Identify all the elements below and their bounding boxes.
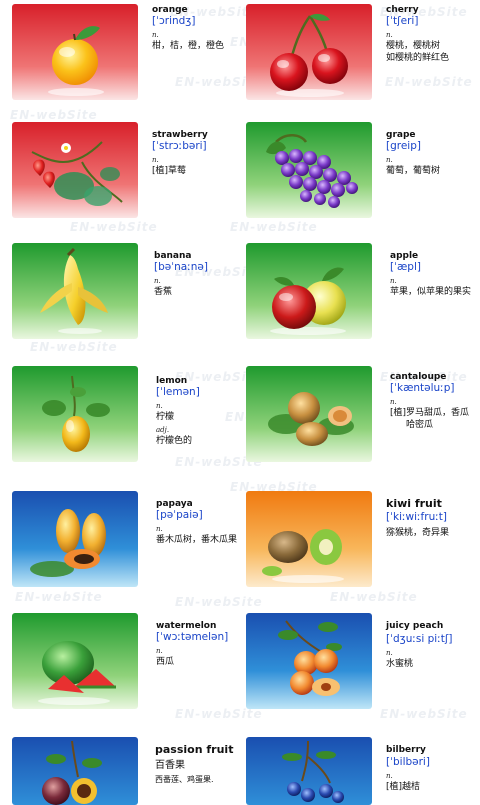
fruit-word: passion fruit [155,743,234,756]
part-of-speech: n. [386,649,393,657]
lemon-illustration [12,366,138,462]
fruit-meaning: 柠檬 [156,412,175,422]
strawberry-card [12,122,138,218]
part-of-speech: n. [156,647,163,655]
cherry-illustration [246,4,372,100]
bilberry-illustration [246,737,372,805]
part-of-speech: n. [386,156,393,164]
part-of-speech: n. [156,402,163,410]
watermark: EN-webSite [385,75,473,89]
strawberry-illustration [12,122,138,218]
fruit-phonetic: [ˈdʒuːsi piːtʃ] [386,633,453,645]
fruit-word: juicy peach [386,621,444,631]
fruit-word: kiwi fruit [386,497,442,510]
cherry-card [246,4,372,100]
fruit-phonetic: [ˈtʃeri] [386,15,419,27]
part-of-speech: n. [386,772,393,780]
banana-card [12,243,138,339]
fruit-phonetic: [greip] [386,140,421,152]
fruit-meaning-extra: 哈密瓜 [406,420,434,430]
fruit-meaning: 水蜜桃 [386,659,414,669]
juicy-peach-card [246,613,372,709]
fruit-meaning: 柑，桔，橙，橙色 [152,41,225,51]
kiwi-card [246,491,372,587]
lemon-card [12,366,138,462]
papaya-illustration [12,491,138,587]
watermelon-card [12,613,138,709]
fruit-phonetic: [ˈstrɔːbəri] [152,140,207,152]
fruit-meaning: 西瓜 [156,657,175,667]
part-of-speech: n. [152,156,159,164]
fruit-meaning: [植]草莓 [152,166,187,176]
passion-fruit-illustration [12,737,138,805]
banana-illustration [12,243,138,339]
part-of-speech: n. [390,398,397,406]
fruit-phonetic: [ˈwɔːtəmelən] [156,631,229,643]
grape-illustration [246,122,372,218]
fruit-meaning: 香蕉 [154,287,173,297]
fruit-meaning: 猕猴桃，奇异果 [386,528,450,538]
fruit-phonetic: [ˈkæntəluːp] [390,382,455,394]
watermark: EN-webSite [380,707,468,721]
bilberry-card [246,737,372,805]
watermark: EN-webSite [230,220,318,234]
kiwi-illustration [246,491,372,587]
fruit-word: lemon [156,376,188,386]
part-of-speech: n. [156,525,163,533]
fruit-phonetic: [ˈɔrindʒ] [152,15,196,27]
passion-fruit-card [12,737,138,805]
orange-illustration [12,4,138,100]
part-of-speech: n. [154,277,161,285]
watermelon-illustration [12,613,138,709]
fruit-phonetic: [ˈæpl] [390,261,421,273]
watermark: EN-webSite [15,590,103,604]
cantaloupe-card [246,366,372,462]
apple-illustration [246,243,372,339]
fruit-meaning-extra: 柠檬色的 [156,436,193,446]
fruit-word: apple [390,251,419,261]
fruit-phonetic: [ˈkiːwiːfruːt] [386,511,447,523]
fruit-meaning: 樱桃，樱桃树 [386,41,441,51]
fruit-phonetic: [ˈbilbəri] [386,756,430,768]
fruit-word: cherry [386,5,419,15]
fruit-word: papaya [156,499,193,509]
fruit-meaning: 番木瓜树，番木瓜果 [156,535,238,545]
part-of-speech: n. [386,31,393,39]
fruit-word: banana [154,251,192,261]
papaya-card [12,491,138,587]
fruit-phonetic: [ˈlemən] [156,386,200,398]
watermark: EN-webSite [30,340,118,354]
watermark: EN-webSite [10,108,98,122]
grape-card [246,122,372,218]
fruit-meaning: [植]罗马甜瓜，香瓜 [390,408,470,418]
fruit-meaning-extra: 西番莲、鸡蛋果. [155,775,214,784]
fruit-word: bilberry [386,745,426,755]
watermark: EN-webSite [175,707,263,721]
orange-card [12,4,138,100]
part-of-speech: n. [390,277,397,285]
fruit-meaning-extra: 如樱桃的鲜红色 [386,53,450,63]
watermark: EN-webSite [70,220,158,234]
part-of-speech: n. [152,31,159,39]
cantaloupe-illustration [246,366,372,462]
fruit-word: strawberry [152,130,208,140]
part-of-speech-2: adj. [156,426,170,434]
fruit-meaning: 百香果 [155,760,185,771]
fruit-meaning: [植]越桔 [386,782,421,792]
fruit-word: cantaloupe [390,372,447,382]
watermark: EN-webSite [175,595,263,609]
fruit-word: watermelon [156,621,217,631]
fruit-phonetic: [pəˈpaiə] [156,509,203,521]
apple-card [246,243,372,339]
juicy-peach-illustration [246,613,372,709]
fruit-word: orange [152,5,188,15]
watermark: EN-webSite [330,590,418,604]
fruit-phonetic: [bəˈnaːnə] [154,261,208,273]
fruit-word: grape [386,130,416,140]
fruit-meaning: 葡萄，葡萄树 [386,166,441,176]
fruit-meaning: 苹果，似苹果的果实 [390,287,472,297]
